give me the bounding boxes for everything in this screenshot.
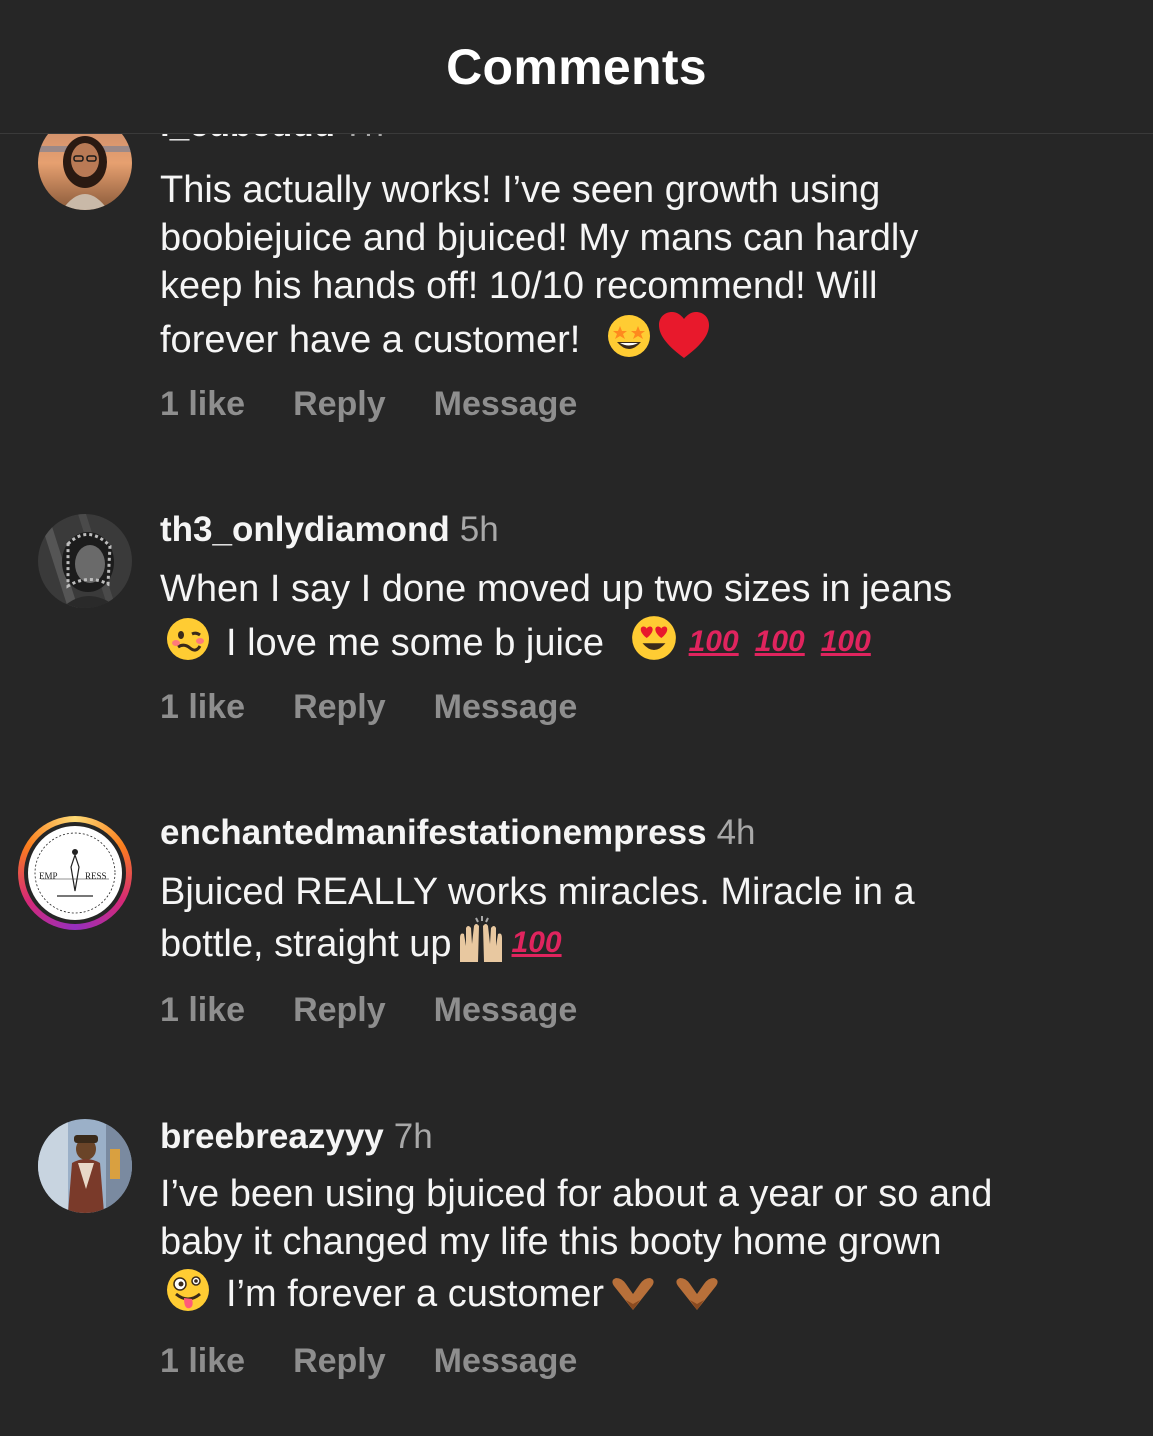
red-heart-emoji-icon [657,310,711,360]
like-count[interactable]: 1 like [160,1342,245,1381]
heart-hands-emoji-icon [670,1274,724,1314]
message-button[interactable]: Message [434,991,578,1030]
avatar-photo-icon [38,1119,132,1213]
like-count[interactable]: 1 like [160,991,245,1030]
page-title: Comments [446,39,707,95]
message-button[interactable]: Message [434,1342,578,1381]
comment-line: I love me some b juice 100 100 100 [160,613,1130,667]
star-struck-emoji-icon [605,312,653,360]
heart-hands-emoji-icon [606,1274,660,1314]
reply-button[interactable]: Reply [293,1342,386,1381]
username[interactable]: enchantedmanifestationempress [160,813,707,852]
reply-button[interactable]: Reply [293,991,386,1030]
comment-text: When I say I done moved up two sizes in … [160,565,1130,667]
timestamp: 7h [393,1117,433,1156]
avatar-logo-text-left: EMP [39,871,58,881]
username[interactable]: breebreazyyy [160,1117,384,1156]
woozy-face-emoji-icon [164,615,212,663]
comment-line: keep his hands off! 10/10 recommend! Wil… [160,265,878,307]
like-count[interactable]: 1 like [160,688,245,727]
avatar[interactable] [38,1119,132,1213]
comment-actions: 1 like Reply Message [160,385,625,424]
avatar-logo-text-right: RESS [85,871,107,881]
hundred-points-emoji-icon: 100 [688,625,739,658]
hundred-points-emoji-icon: 100 [511,926,562,959]
comment-text: I’ve been using bjuiced for about a year… [160,1170,1130,1318]
comment-line: forever have a customer! [160,310,1130,364]
avatar-photo-icon [38,514,132,608]
message-button[interactable]: Message [434,688,578,727]
comment-text: This actually works! I’ve seen growth us… [160,166,1130,364]
hundred-points-emoji-icon: 100 [754,625,805,658]
avatar-story-ring[interactable]: EMP RESS [18,816,132,930]
comment-line-text: I’m forever a customer [226,1273,604,1315]
username[interactable]: th3_onlydiamond [160,510,450,549]
comment-line: When I say I done moved up two sizes in … [160,568,953,610]
comment-actions: 1 like Reply Message [160,1342,625,1381]
like-count[interactable]: 1 like [160,385,245,424]
comment-actions: 1 like Reply Message [160,688,625,727]
timestamp: 4h [716,813,756,852]
comment-actions: 1 like Reply Message [160,991,625,1030]
comment-line: baby it changed my life this booty home … [160,1221,942,1263]
comment-line: bottle, straight up 100 [160,916,1130,968]
comment-line-text: bottle, straight up [160,923,452,965]
raising-hands-emoji-icon [454,916,508,964]
zany-face-emoji-icon [164,1266,212,1314]
comment-line-text: forever have a customer! [160,319,581,361]
comment-line: I’m forever a customer [160,1266,1130,1318]
comment-line-text: I love me some b juice [226,622,605,664]
message-button[interactable]: Message [434,385,578,424]
comment-line: I’ve been using bjuiced for about a year… [160,1173,993,1215]
comment-meta: th3_onlydiamond 5h [160,509,499,551]
reply-button[interactable]: Reply [293,385,386,424]
comment-line: boobiejuice and bjuiced! My mans can har… [160,217,919,259]
comment-line: Bjuiced REALLY works miracles. Miracle i… [160,871,915,913]
comment-text: Bjuiced REALLY works miracles. Miracle i… [160,868,1130,968]
comment-meta: enchantedmanifestationempress 4h [160,812,756,854]
avatar[interactable] [38,514,132,608]
comment-meta: breebreazyyy 7h [160,1116,433,1158]
comment-line: This actually works! I’ve seen growth us… [160,169,881,211]
timestamp: 5h [459,510,499,549]
comments-list: i_cubeddd7h This actually works! I’ve se… [0,0,1153,1436]
top-header: Comments [0,0,1153,134]
reply-button[interactable]: Reply [293,688,386,727]
heart-eyes-emoji-icon [629,613,679,663]
hundred-points-emoji-icon: 100 [820,625,871,658]
